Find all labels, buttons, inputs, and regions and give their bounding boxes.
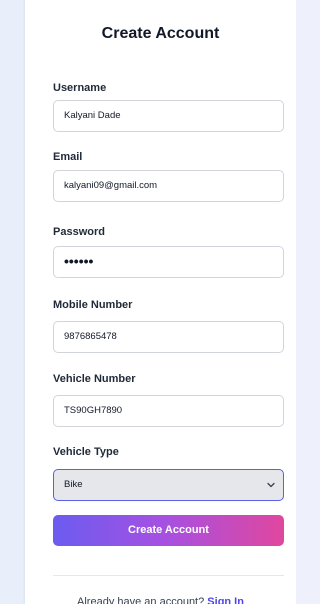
password-label: Password bbox=[53, 226, 105, 238]
create-account-card: Create Account Username Kalyani Dade Ema… bbox=[25, 0, 296, 604]
page-title: Create Account bbox=[101, 25, 220, 42]
email-field[interactable]: kalyani09@gmail.com bbox=[53, 170, 284, 202]
vehicle-type-selected: Bike bbox=[64, 479, 83, 490]
mobile-number-value: 9876865478 bbox=[64, 331, 117, 342]
vehicle-type-label: Vehicle Type bbox=[53, 446, 119, 458]
username-field[interactable]: Kalyani Dade bbox=[53, 100, 284, 132]
email-label: Email bbox=[53, 151, 83, 163]
page: Create Account Username Kalyani Dade Ema… bbox=[0, 0, 296, 604]
chevron-down-icon bbox=[267, 482, 275, 488]
sign-in-link[interactable]: Sign In bbox=[207, 596, 244, 604]
password-field[interactable]: •••••• bbox=[53, 246, 284, 278]
mobile-number-field[interactable]: 9876865478 bbox=[53, 321, 284, 353]
sign-in-prompt: Already have an account? Sign In bbox=[25, 596, 296, 604]
left-background-strip bbox=[0, 0, 25, 604]
vehicle-number-field[interactable]: TS90GH7890 bbox=[53, 395, 284, 427]
password-value: •••••• bbox=[64, 253, 94, 269]
vehicle-type-select[interactable]: Bike bbox=[53, 469, 284, 501]
email-value: kalyani09@gmail.com bbox=[64, 180, 158, 191]
username-value: Kalyani Dade bbox=[64, 110, 121, 121]
vehicle-number-label: Vehicle Number bbox=[53, 373, 136, 385]
mobile-number-label: Mobile Number bbox=[53, 299, 133, 311]
sign-in-prompt-text: Already have an account? bbox=[77, 596, 205, 604]
divider bbox=[53, 575, 284, 576]
create-account-button[interactable]: Create Account bbox=[53, 515, 284, 546]
username-label: Username bbox=[53, 82, 107, 94]
vehicle-number-value: TS90GH7890 bbox=[64, 405, 123, 416]
